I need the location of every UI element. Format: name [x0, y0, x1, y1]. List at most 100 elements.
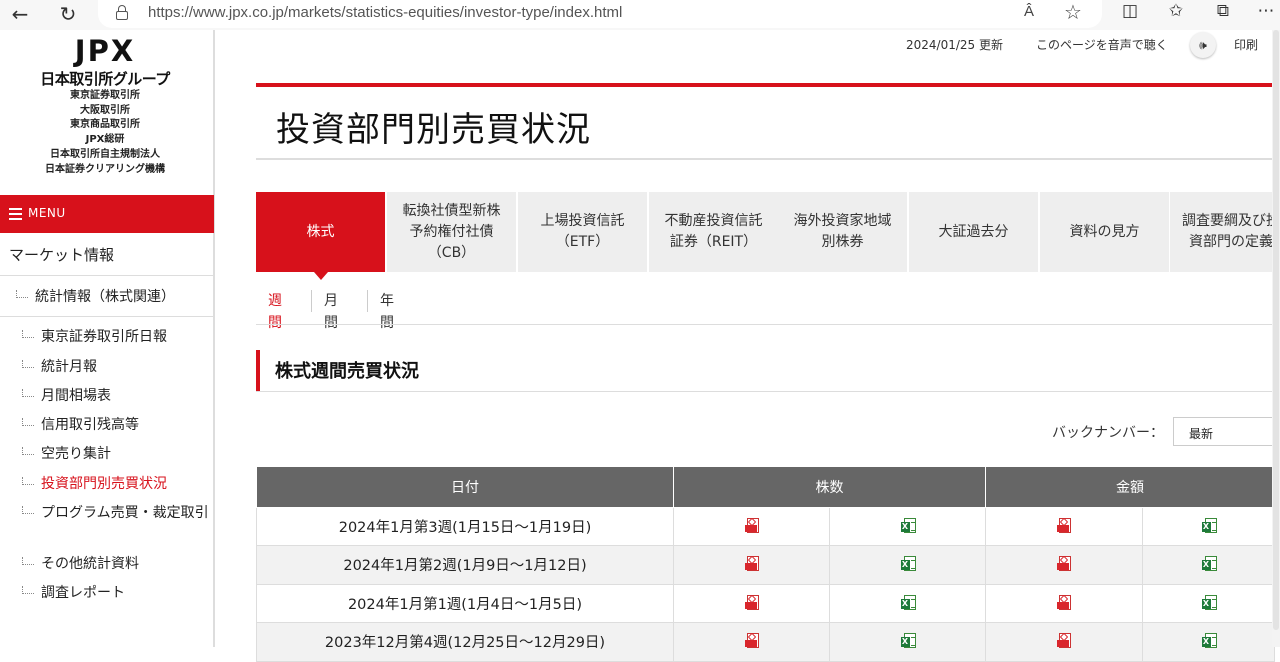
- print-link[interactable]: 印刷: [1234, 36, 1258, 53]
- sidebar-item-label: 月間相場表: [41, 388, 111, 404]
- tab-label: 資料の見方: [1069, 223, 1140, 240]
- tab-etf[interactable]: 上場投資信託 （ETF）: [518, 192, 647, 272]
- excel-icon[interactable]: X: [900, 556, 916, 573]
- pdf-icon[interactable]: [744, 594, 759, 612]
- tab-label: 大証過去分: [938, 223, 1009, 240]
- sidebar-item-research-report[interactable]: 調査レポート: [22, 583, 212, 603]
- shares-excel-cell: X: [829, 622, 986, 662]
- excel-icon[interactable]: X: [1201, 594, 1217, 612]
- pdf-icon[interactable]: [744, 633, 759, 650]
- value-pdf-cell: [985, 545, 1143, 585]
- subtab-weekly[interactable]: 週間: [256, 290, 294, 331]
- shares-pdf-cell: [673, 622, 830, 662]
- back-number-label: バックナンバー：: [1052, 425, 1164, 441]
- shares-excel-cell: X: [829, 583, 986, 623]
- excel-icon[interactable]: X: [900, 517, 916, 535]
- pdf-icon[interactable]: [1057, 517, 1071, 535]
- sidebar-item-label: 統計情報（株式関連）: [35, 289, 175, 305]
- section-heading: 株式週間売買状況: [256, 350, 1280, 391]
- weekly-trading-table: 日付 株数 金額 2024年1月第3週(1月15日～1月19日) X X 2024年1…: [256, 467, 1275, 662]
- menu-button[interactable]: MENU: [0, 195, 214, 233]
- back-number-select[interactable]: 最新: [1173, 417, 1280, 446]
- listen-link[interactable]: このページを音声で聴く: [1036, 36, 1168, 53]
- pdf-icon[interactable]: [1057, 556, 1071, 573]
- subtab-yearly[interactable]: 年間: [367, 290, 406, 331]
- pdf-icon[interactable]: [1057, 633, 1071, 650]
- tab-label: 不動産投資信託 証券（REIT）: [664, 213, 763, 250]
- column-header-shares: 株数: [673, 467, 986, 508]
- back-icon[interactable]: ←: [6, 2, 34, 28]
- divider: [256, 158, 1280, 160]
- value-pdf-cell: [985, 583, 1143, 623]
- logo-subsidiary: 日本取引所自主規制法人: [50, 148, 160, 160]
- pdf-icon[interactable]: [744, 556, 759, 573]
- table-row: 2024年1月第3週(1月15日～1月19日) X X: [256, 506, 1275, 546]
- column-header-value: 金額: [985, 467, 1275, 508]
- shares-pdf-cell: [673, 545, 830, 585]
- tab-how-to-read[interactable]: 資料の見方: [1040, 192, 1169, 272]
- speaker-icon[interactable]: 🕪: [1190, 32, 1216, 58]
- subtab-monthly[interactable]: 月間: [311, 290, 350, 331]
- refresh-icon[interactable]: ↻: [54, 2, 82, 28]
- sidebar-item-investor-type[interactable]: 投資部門別売買状況: [22, 474, 212, 494]
- excel-icon[interactable]: X: [1201, 517, 1217, 535]
- sidebar-item-label: プログラム売買・裁定取引: [41, 505, 209, 521]
- tab-definitions[interactable]: 調査要綱及び投 資部門の定義: [1170, 192, 1280, 272]
- lock-icon: [116, 5, 128, 20]
- table-row: 2024年1月第2週(1月9日～1月12日) X X: [256, 545, 1275, 585]
- hamburger-icon: [9, 208, 22, 220]
- sidebar-item-other-stats[interactable]: その他統計資料: [22, 554, 212, 574]
- split-screen-icon[interactable]: ◫: [1116, 1, 1144, 21]
- tab-ose-past[interactable]: 大証過去分: [909, 192, 1038, 272]
- excel-icon[interactable]: X: [900, 594, 916, 612]
- table-row: 2024年1月第1週(1月4日～1月5日) X X: [256, 583, 1275, 623]
- sidebar-item-label: 空売り集計: [41, 446, 111, 462]
- sidebar-item-short-selling[interactable]: 空売り集計: [22, 444, 212, 464]
- tab-reit[interactable]: 不動産投資信託 証券（REIT）: [649, 192, 778, 272]
- url-text[interactable]: https://www.jpx.co.jp/markets/statistics…: [148, 4, 622, 21]
- sidebar-heading[interactable]: マーケット情報: [9, 244, 114, 265]
- favorite-star-icon[interactable]: ☆: [1064, 0, 1082, 24]
- sidebar-item-label: 信用取引残高等: [41, 417, 139, 433]
- column-header-date: 日付: [256, 467, 674, 508]
- sidebar-item-margin-trading[interactable]: 信用取引残高等: [22, 415, 212, 435]
- scrollbar-thumb[interactable]: [1273, 30, 1279, 630]
- tab-label: 株式: [306, 223, 335, 240]
- page-title: 投資部門別売買状況: [276, 110, 591, 150]
- excel-icon[interactable]: X: [1201, 556, 1217, 573]
- pdf-icon[interactable]: [744, 517, 759, 535]
- sidebar-item-label: 東京証券取引所日報: [41, 329, 167, 345]
- back-number-value: 最新: [1189, 427, 1214, 441]
- sidebar-item-statistics[interactable]: 統計情報（株式関連）: [16, 286, 175, 306]
- pdf-icon[interactable]: [1057, 594, 1071, 612]
- divider: [256, 324, 1280, 325]
- collections-icon[interactable]: ⧉: [1209, 1, 1237, 21]
- shares-pdf-cell: [673, 583, 830, 623]
- menu-label: MENU: [28, 206, 66, 220]
- tab-foreign-investors[interactable]: 海外投資家地域 別株券: [778, 192, 907, 272]
- section-title: 株式週間売買状況: [275, 361, 419, 382]
- more-icon[interactable]: ⋯: [1252, 1, 1280, 21]
- divider: [256, 391, 1280, 392]
- value-excel-cell: X: [1142, 622, 1275, 662]
- jpx-logo[interactable]: JPX 日本取引所グループ 東京証券取引所 大阪取引所 東京商品取引所 JPX総…: [0, 30, 210, 177]
- excel-icon[interactable]: X: [1201, 633, 1217, 650]
- sidebar-item-daily-report[interactable]: 東京証券取引所日報: [22, 327, 212, 347]
- sidebar-item-monthly-stats[interactable]: 統計月報: [22, 357, 212, 377]
- title-rule: [256, 83, 1274, 87]
- logo-subsidiary: 日本証券クリアリング機構: [45, 163, 165, 175]
- excel-icon[interactable]: X: [900, 633, 916, 650]
- sidebar-item-program-trading[interactable]: プログラム売買・裁定取引: [22, 503, 212, 523]
- tab-label: 海外投資家地域 別株券: [793, 213, 892, 250]
- date-cell: 2024年1月第1週(1月4日～1月5日): [256, 583, 674, 623]
- tab-cb[interactable]: 転換社債型新株 予約権付社債 （CB）: [387, 192, 516, 272]
- value-excel-cell: X: [1142, 545, 1275, 585]
- read-aloud-icon[interactable]: Â: [1024, 3, 1034, 20]
- tab-stocks[interactable]: 株式: [256, 192, 385, 280]
- logo-brand: JPX: [74, 34, 136, 68]
- shares-excel-cell: X: [829, 506, 986, 546]
- shares-pdf-cell: [673, 506, 830, 546]
- address-bar[interactable]: https://www.jpx.co.jp/markets/statistics…: [98, 0, 1102, 28]
- favorites-icon[interactable]: ✩: [1162, 1, 1190, 21]
- sidebar-item-monthly-quotes[interactable]: 月間相場表: [22, 386, 212, 406]
